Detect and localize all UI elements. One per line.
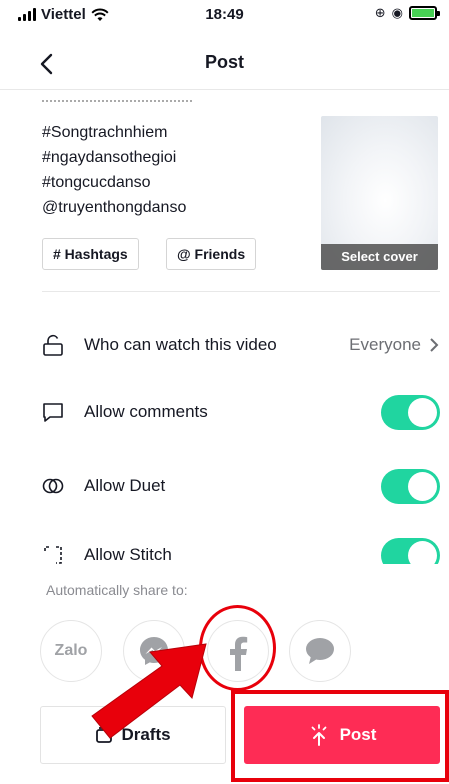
caption-line: #Songtrachnhiem [42,124,168,141]
truncated-text-line [42,100,192,104]
friends-button[interactable]: @ Friends [166,238,257,270]
status-bar: Viettel 18:49 ⊕ ◉ [0,0,449,28]
caption-line: #ngaydansothegioi [42,149,177,166]
privacy-value: Everyone [349,335,421,354]
nav-bar: Post [0,40,449,90]
who-can-watch-label: Who can watch this video [84,335,277,354]
allow-comments-row: Allow comments [0,393,449,433]
allow-duet-toggle[interactable] [381,469,440,504]
who-can-watch-row[interactable]: Who can watch this video Everyone [0,326,449,366]
divider [42,291,440,292]
hashtags-button[interactable]: # Hashtags [42,238,139,270]
auto-share-title: Automatically share to: [46,582,188,598]
caption-line: #tongcucdanso [42,174,151,191]
hashtags-label: # Hashtags [53,246,128,262]
lock-open-icon [43,334,63,356]
select-cover-label: Select cover [321,244,438,270]
who-can-watch-value: Everyone [349,335,439,355]
duet-icon [42,478,64,494]
caption-line: @truyenthongdanso [42,199,187,216]
allow-duet-row: Allow Duet [0,467,449,507]
cover-thumbnail[interactable]: Select cover [321,116,438,270]
message-bubble-icon [306,638,334,664]
battery-icon [409,6,440,20]
page-title: Post [204,52,244,72]
stitch-icon [44,546,62,564]
allow-stitch-row: Allow Stitch [0,536,449,564]
allow-stitch-label: Allow Stitch [84,545,172,564]
status-icons: ⊕ ◉ [374,5,440,21]
chevron-right-icon [430,338,439,352]
post-highlight-annotation [231,690,449,782]
moon-icon: ◉ [391,5,403,20]
caption-input[interactable]: #Songtrachnhiem #ngaydansothegioi #tongc… [42,100,302,220]
red-arrow-annotation [91,643,207,739]
allow-comments-label: Allow comments [84,402,208,421]
comment-icon [43,403,63,422]
allow-stitch-toggle[interactable] [381,538,440,564]
message-share-button[interactable] [289,620,351,682]
allow-duet-label: Allow Duet [84,476,166,495]
allow-comments-toggle[interactable] [381,395,440,430]
zalo-label: Zalo [54,642,88,659]
friends-label: @ Friends [177,246,246,262]
screen-lock-icon: ⊕ [374,5,386,20]
